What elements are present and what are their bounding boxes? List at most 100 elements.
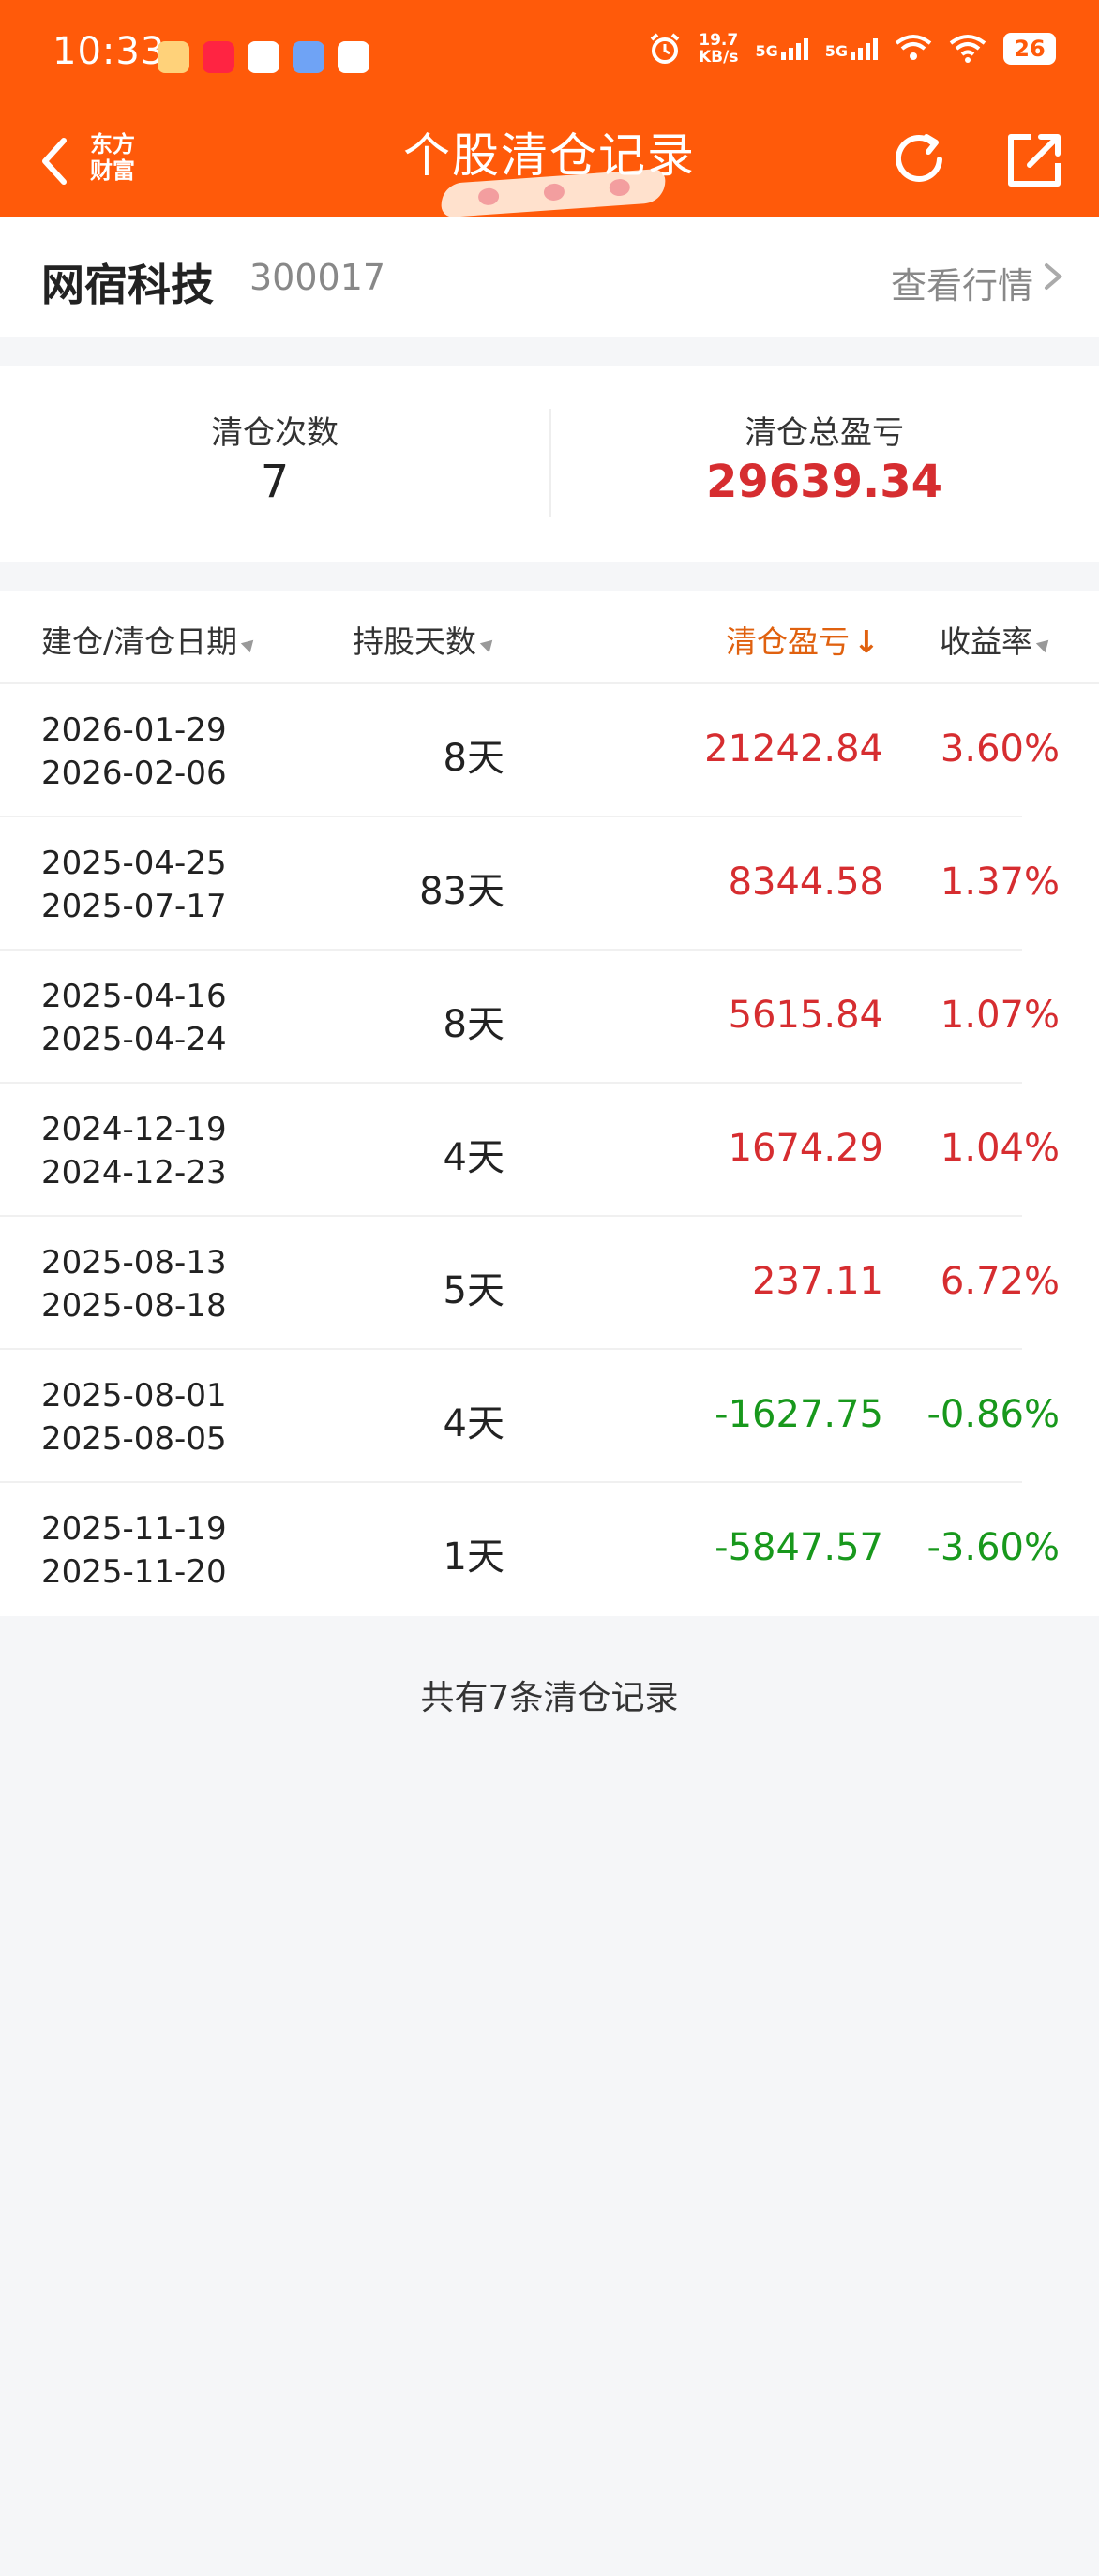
date-range: 2026-01-29 2026-02-06	[41, 709, 227, 795]
clearance-table: 建仓/清仓日期 持股天数 清仓盈亏 ↓ 收益率 2026-01-29 2026-0…	[0, 591, 1099, 1616]
header-days[interactable]: 持股天数	[353, 617, 498, 662]
total-pl-block: 清仓总盈亏 29639.34	[550, 366, 1099, 562]
return-rate: 1.04%	[940, 1127, 1060, 1170]
sim1-label: 5G	[755, 41, 778, 60]
profit-value: -5847.57	[715, 1526, 883, 1569]
stock-code: 300017	[249, 257, 386, 298]
clear-count-block: 清仓次数 7	[0, 366, 550, 562]
signal-icon-2: 5G	[824, 37, 878, 60]
pig-icon	[477, 187, 500, 206]
return-rate: 1.07%	[940, 994, 1060, 1037]
date-range: 2025-11-19 2025-11-20	[41, 1507, 227, 1594]
holding-days: 8天	[443, 1003, 504, 1046]
profit-value: 21242.84	[704, 727, 883, 771]
close-date: 2025-11-20	[41, 1553, 227, 1591]
header-date[interactable]: 建仓/清仓日期	[41, 617, 259, 662]
holding-days: 8天	[443, 737, 504, 780]
sort-icon	[1035, 635, 1054, 652]
clear-count-value: 7	[260, 456, 290, 508]
close-date: 2025-04-24	[41, 1021, 227, 1058]
return-rate: 1.37%	[940, 861, 1060, 904]
close-date: 2026-02-06	[41, 755, 227, 792]
profit-value: 8344.58	[728, 861, 883, 904]
date-range: 2024-12-19 2024-12-23	[41, 1108, 227, 1194]
close-date: 2024-12-23	[41, 1154, 227, 1191]
profit-value: 237.11	[752, 1260, 883, 1303]
sort-desc-icon: ↓	[853, 623, 880, 660]
header-rate-label: 收益率	[940, 623, 1032, 660]
clear-count-label: 清仓次数	[211, 414, 339, 452]
profit-value: 5615.84	[728, 994, 883, 1037]
open-date: 2025-04-25	[41, 845, 227, 882]
share-icon[interactable]	[1003, 129, 1065, 191]
header-rate[interactable]: 收益率	[940, 617, 1054, 662]
view-quote-link[interactable]: 查看行情	[891, 257, 1033, 308]
table-row[interactable]: 2025-04-16 2025-04-24 8天 5615.84 1.07%	[0, 951, 1099, 1084]
profit-value: -1627.75	[715, 1393, 883, 1436]
return-rate: 6.72%	[940, 1260, 1060, 1303]
sort-icon	[479, 635, 498, 652]
net-speed-value: 19.7	[699, 31, 739, 50]
open-date: 2025-11-19	[41, 1510, 227, 1548]
table-row[interactable]: 2025-04-25 2025-07-17 83天 8344.58 1.37%	[0, 817, 1099, 951]
refresh-icon[interactable]	[889, 127, 953, 191]
chevron-right-icon[interactable]	[1041, 262, 1065, 291]
header-profit-label: 清仓盈亏	[726, 623, 850, 660]
table-row[interactable]: 2025-08-13 2025-08-18 5天 237.11 6.72%	[0, 1217, 1099, 1350]
stock-header: 网宿科技 300017 查看行情	[0, 217, 1099, 337]
battery-indicator: 26	[1003, 33, 1056, 65]
profit-value: 1674.29	[728, 1127, 883, 1170]
qq-icon	[338, 41, 369, 73]
holding-days: 1天	[443, 1535, 504, 1579]
table-row[interactable]: 2024-12-19 2024-12-23 4天 1674.29 1.04%	[0, 1084, 1099, 1217]
open-date: 2024-12-19	[41, 1111, 227, 1148]
record-count-footer: 共有7条清仓记录	[420, 1679, 679, 1717]
total-pl-value: 29639.34	[705, 456, 943, 508]
summary-card: 清仓次数 7 清仓总盈亏 29639.34	[0, 366, 1099, 562]
net-speed: 19.7 KB/s	[699, 32, 738, 66]
close-date: 2025-07-17	[41, 888, 227, 925]
top-bar: 10:33 19.7 KB/s 5G 5G 26 东方 财富 个股清仓记录	[0, 0, 1099, 218]
return-rate: 3.60%	[940, 727, 1060, 771]
xiaohongshu-icon	[203, 41, 234, 73]
open-date: 2026-01-29	[41, 711, 227, 749]
date-range: 2025-08-13 2025-08-18	[41, 1241, 227, 1327]
holding-days: 4天	[443, 1136, 504, 1179]
status-time: 10:33	[53, 30, 166, 73]
date-range: 2025-04-25 2025-07-17	[41, 842, 227, 928]
app-notification-icon	[158, 41, 189, 73]
header-date-label: 建仓/清仓日期	[41, 623, 238, 660]
wifi-icon	[949, 35, 986, 63]
nav-bar: 东方 财富 个股清仓记录	[0, 112, 1099, 218]
return-rate: -0.86%	[926, 1393, 1060, 1436]
signal-icon-1: 5G	[755, 37, 808, 60]
holding-days: 83天	[419, 870, 504, 913]
holding-days: 5天	[443, 1269, 504, 1312]
table-row[interactable]: 2026-01-29 2026-02-06 8天 21242.84 3.60%	[0, 684, 1099, 817]
alarm-icon	[650, 33, 680, 64]
holding-days: 4天	[443, 1402, 504, 1445]
pig-icon	[543, 183, 565, 202]
header-days-label: 持股天数	[353, 623, 476, 660]
table-row[interactable]: 2025-11-19 2025-11-20 1天 -5847.57 -3.60%	[0, 1483, 1099, 1616]
app-notification-icon	[248, 41, 279, 73]
open-date: 2025-08-01	[41, 1377, 227, 1415]
chart-app-icon	[293, 41, 324, 73]
table-row[interactable]: 2025-08-01 2025-08-05 4天 -1627.75 -0.86%	[0, 1350, 1099, 1483]
close-date: 2025-08-05	[41, 1420, 227, 1458]
sim2-label: 5G	[824, 41, 848, 60]
close-date: 2025-08-18	[41, 1287, 227, 1325]
table-header: 建仓/清仓日期 持股天数 清仓盈亏 ↓ 收益率	[0, 591, 1099, 684]
date-range: 2025-08-01 2025-08-05	[41, 1374, 227, 1460]
status-bar: 10:33 19.7 KB/s 5G 5G 26	[0, 0, 1099, 112]
header-profit[interactable]: 清仓盈亏 ↓	[726, 617, 880, 662]
status-right: 19.7 KB/s 5G 5G 26	[648, 32, 1056, 66]
total-pl-label: 清仓总盈亏	[745, 414, 904, 452]
hotspot-icon	[895, 35, 932, 60]
sort-icon	[240, 635, 259, 652]
stock-name: 网宿科技	[41, 260, 214, 310]
date-range: 2025-04-16 2025-04-24	[41, 975, 227, 1061]
notification-icons	[158, 41, 369, 73]
open-date: 2025-04-16	[41, 978, 227, 1015]
net-speed-unit: KB/s	[699, 48, 739, 67]
